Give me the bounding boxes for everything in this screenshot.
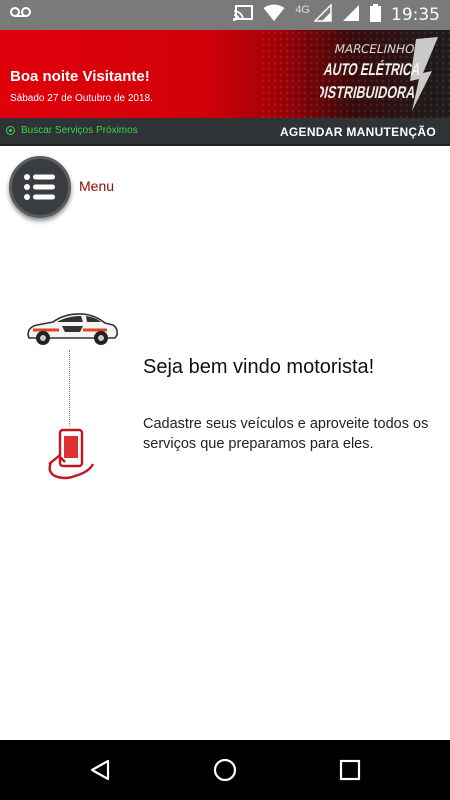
back-icon[interactable]: [88, 758, 112, 782]
cast-icon: [233, 4, 254, 26]
wifi-icon: [263, 4, 285, 27]
status-clock: 19:35: [391, 5, 440, 25]
phone-hand-icon: [48, 428, 95, 480]
connector-line: [69, 350, 70, 426]
signal-icon: [313, 2, 332, 27]
home-icon[interactable]: [213, 758, 237, 782]
status-bar: 4G 19:35: [0, 0, 450, 30]
location-dot-icon: [6, 126, 15, 135]
brand-logo: MARCELINHO AUTO ELÉTRICA DISTRIBUIDORA: [320, 37, 438, 111]
battery-icon: [370, 3, 381, 27]
greeting-text: Boa noite Visitante!: [10, 68, 150, 85]
logo-line-3: DISTRIBUIDORA: [320, 82, 418, 102]
welcome-title: Seja bem vindo motorista!: [143, 356, 375, 378]
menu-button[interactable]: [9, 156, 71, 218]
logo-line-2: AUTO ELÉTRICA: [322, 59, 422, 79]
car-icon: [27, 313, 118, 345]
schedule-maintenance-button[interactable]: AGENDAR MANUTENÇÃO: [280, 125, 436, 139]
date-text: Sábado 27 de Outubro de 2018.: [10, 93, 153, 104]
app-header: Boa noite Visitante! Sábado 27 de Outubr…: [0, 30, 450, 118]
action-bar: Buscar Serviços Próximos AGENDAR MANUTEN…: [0, 118, 450, 146]
signal-icon: [342, 4, 360, 27]
voicemail-icon: [10, 6, 32, 25]
system-nav-bar: [0, 740, 450, 800]
recents-icon[interactable]: [338, 758, 362, 782]
nearby-services-label: Buscar Serviços Próximos: [21, 125, 138, 136]
list-menu-icon: [24, 174, 55, 200]
nearby-services-link[interactable]: Buscar Serviços Próximos: [6, 125, 138, 136]
welcome-description: Cadastre seus veículos e aproveite todos…: [143, 416, 429, 452]
network-type: 4G: [295, 4, 310, 16]
menu-label[interactable]: Menu: [79, 178, 114, 194]
logo-line-1: MARCELINHO: [333, 42, 416, 56]
